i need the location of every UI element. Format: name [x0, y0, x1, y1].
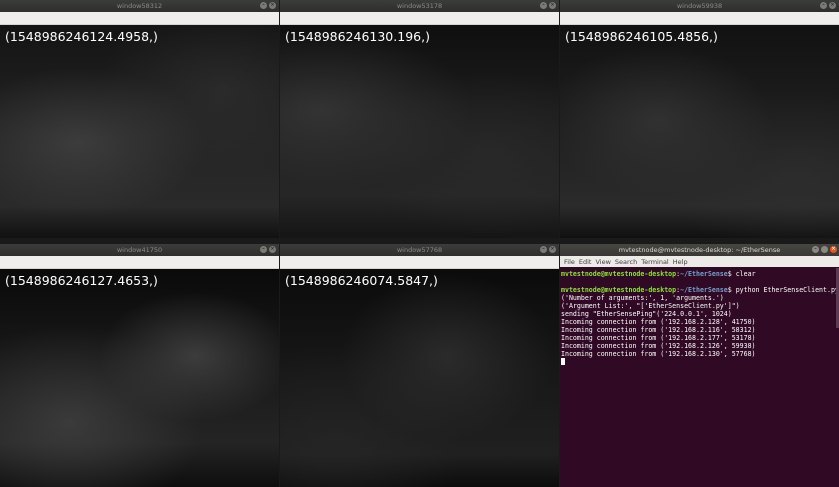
menu-terminal[interactable]: Terminal — [641, 258, 668, 266]
terminal-menubar: File Edit View Search Terminal Help — [560, 256, 839, 267]
depth-image: (1548986246105.4856,) — [560, 25, 839, 238]
minimize-button[interactable]: – — [820, 2, 827, 9]
window-toolbar — [560, 12, 839, 25]
close-button[interactable]: × — [269, 2, 276, 9]
title-bar[interactable]: window59938 – × — [560, 0, 839, 12]
command-text: $ python EtherSenseClient.py — [727, 286, 839, 294]
window-toolbar — [0, 256, 279, 269]
timestamp-label: (1548986246074.5847,) — [285, 273, 438, 288]
minimize-button[interactable]: – — [540, 2, 547, 9]
output-line: Incoming connection from ('192.168.2.128… — [561, 318, 756, 326]
depth-image: (1548986246130.196,) — [280, 25, 559, 238]
timestamp-label: (1548986246105.4856,) — [565, 29, 718, 44]
menu-search[interactable]: Search — [615, 258, 637, 266]
prompt-line: mvtestnode@mvtestnode-desktop:~/EtherSen… — [561, 270, 838, 278]
prompt-user: mvtestnode@mvtestnode-desktop — [561, 286, 677, 294]
terminal-output[interactable]: mvtestnode@mvtestnode-desktop:~/EtherSen… — [560, 268, 839, 487]
prompt-user: mvtestnode@mvtestnode-desktop — [561, 270, 677, 278]
minimize-button[interactable]: – — [260, 2, 267, 9]
terminal-window[interactable]: mvtestnode@mvtestnode-desktop: ~/EtherSe… — [560, 244, 839, 487]
prompt-path: ~/EtherSense — [680, 286, 728, 294]
menu-edit[interactable]: Edit — [579, 258, 592, 266]
command-text: $ clear — [727, 270, 756, 278]
window-toolbar — [280, 256, 559, 269]
prompt-line: mvtestnode@mvtestnode-desktop:~/EtherSen… — [561, 286, 839, 294]
window-58312[interactable]: window58312 – × (1548986246124.4958,) — [0, 0, 279, 238]
window-title: window53178 — [396, 2, 443, 10]
output-line: sending "EtherSensePing"('224.0.0.1', 10… — [561, 310, 732, 318]
output-line: Incoming connection from ('192.168.2.177… — [561, 334, 756, 342]
close-button[interactable]: × — [549, 2, 556, 9]
menu-file[interactable]: File — [564, 258, 575, 266]
timestamp-label: (1548986246130.196,) — [285, 29, 430, 44]
minimize-button[interactable]: – — [812, 246, 819, 253]
title-bar[interactable]: window53178 – × — [280, 0, 559, 12]
prompt-path: ~/EtherSense — [680, 270, 728, 278]
menu-view[interactable]: View — [595, 258, 610, 266]
timestamp-label: (1548986246124.4958,) — [5, 29, 158, 44]
terminal-title: mvtestnode@mvtestnode-desktop: ~/EtherSe… — [618, 246, 781, 254]
title-bar[interactable]: window58312 – × — [0, 0, 279, 12]
depth-image: (1548986246127.4653,) — [0, 269, 279, 487]
depth-image: (1548986246074.5847,) — [280, 269, 559, 487]
window-57768[interactable]: window57768 – × (1548986246074.5847,) — [280, 244, 559, 487]
title-bar[interactable]: window41750 – × — [0, 244, 279, 256]
minimize-button[interactable]: – — [540, 246, 547, 253]
timestamp-label: (1548986246127.4653,) — [5, 273, 158, 288]
maximize-button[interactable] — [821, 246, 828, 253]
minimize-button[interactable]: – — [260, 246, 267, 253]
output-line: ('Number of arguments:', 1, 'arguments.'… — [561, 294, 724, 302]
close-button[interactable]: × — [829, 2, 836, 9]
output-line: ('Argument List:', "['EtherSenseClient.p… — [561, 302, 740, 310]
window-title: window57768 — [396, 246, 443, 254]
close-button[interactable]: × — [269, 246, 276, 253]
window-59938[interactable]: window59938 – × (1548986246105.4856,) — [560, 0, 839, 238]
output-line: Incoming connection from ('192.168.2.116… — [561, 326, 756, 334]
output-line: Incoming connection from ('192.168.2.126… — [561, 342, 756, 350]
window-toolbar — [280, 12, 559, 25]
close-button[interactable]: × — [830, 246, 837, 253]
menu-help[interactable]: Help — [673, 258, 688, 266]
cursor-line — [561, 358, 838, 366]
title-bar[interactable]: window57768 – × — [280, 244, 559, 256]
depth-image: (1548986246124.4958,) — [0, 25, 279, 238]
window-41750[interactable]: window41750 – × (1548986246127.4653,) — [0, 244, 279, 487]
window-toolbar — [0, 12, 279, 25]
text-cursor — [561, 358, 565, 365]
window-title: window41750 — [116, 246, 163, 254]
title-bar[interactable]: mvtestnode@mvtestnode-desktop: ~/EtherSe… — [560, 244, 839, 256]
output-line: Incoming connection from ('192.168.2.130… — [561, 350, 756, 358]
window-title: window58312 — [116, 2, 163, 10]
close-button[interactable]: × — [549, 246, 556, 253]
window-title: window59938 — [676, 2, 723, 10]
window-53178[interactable]: window53178 – × (1548986246130.196,) — [280, 0, 559, 238]
